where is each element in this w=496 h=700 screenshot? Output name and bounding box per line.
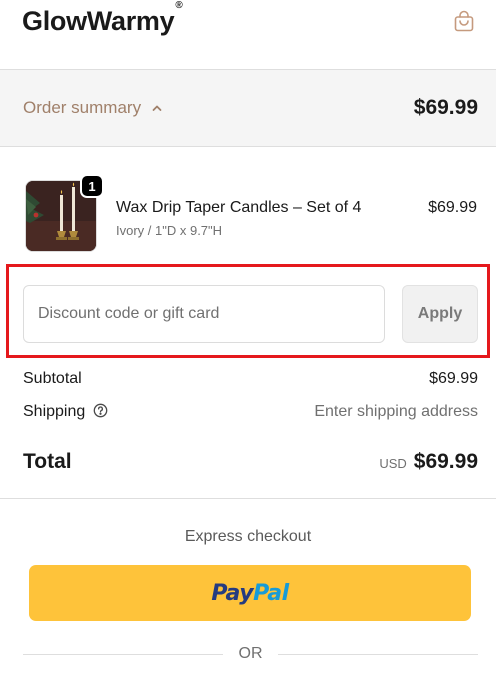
total-currency: USD [379,456,407,471]
total-value: $69.99 [413,450,478,473]
product-name: Wax Drip Taper Candles – Set of 4 [116,199,362,216]
order-summary-bar[interactable]: Order summary $69.99 [0,70,496,147]
total-row: Total USD $69.99 [23,450,478,474]
header: GlowWarmy® [0,0,496,70]
shipping-label: Shipping [23,403,86,420]
paypal-logo-pal: Pal [253,580,289,606]
product-price: $69.99 [428,199,477,216]
quantity-badge: 1 [80,174,104,198]
paypal-logo-pay: Pay [211,580,254,606]
brand-logo[interactable]: GlowWarmy® [22,0,183,37]
shipping-value: Enter shipping address [314,403,478,420]
line-item: 1 Wax Drip Taper Candles – Set of 4 Ivor… [25,174,477,254]
paypal-logo: PayPal [211,580,289,606]
total-amount-group: USD $69.99 [379,450,478,474]
discount-code-input[interactable] [23,285,385,343]
brand-name: GlowWarmy [22,6,175,36]
help-circle-icon[interactable] [93,403,108,418]
apply-discount-button[interactable]: Apply [402,285,478,343]
chevron-up-icon [152,105,162,111]
paypal-button[interactable]: PayPal [29,565,471,621]
order-summary-total: $69.99 [413,96,478,119]
order-summary-toggle[interactable]: Order summary [23,98,163,118]
section-divider [0,498,496,499]
order-summary-label: Order summary [23,98,142,117]
total-label: Total [23,450,72,473]
trademark-symbol: ® [175,0,183,11]
express-checkout-heading: Express checkout [184,528,312,545]
shipping-row: Shipping Enter shipping address [23,403,478,421]
subtotal-row: Subtotal $69.99 [23,370,478,388]
shopping-bag-icon[interactable] [452,9,476,33]
shipping-label-group: Shipping [23,403,108,421]
product-variant: Ivory / 1"D x 9.7"H [116,223,223,238]
or-divider: OR [23,644,478,664]
subtotal-label: Subtotal [23,370,82,387]
subtotal-value: $69.99 [429,370,478,387]
or-line-right [278,654,478,655]
